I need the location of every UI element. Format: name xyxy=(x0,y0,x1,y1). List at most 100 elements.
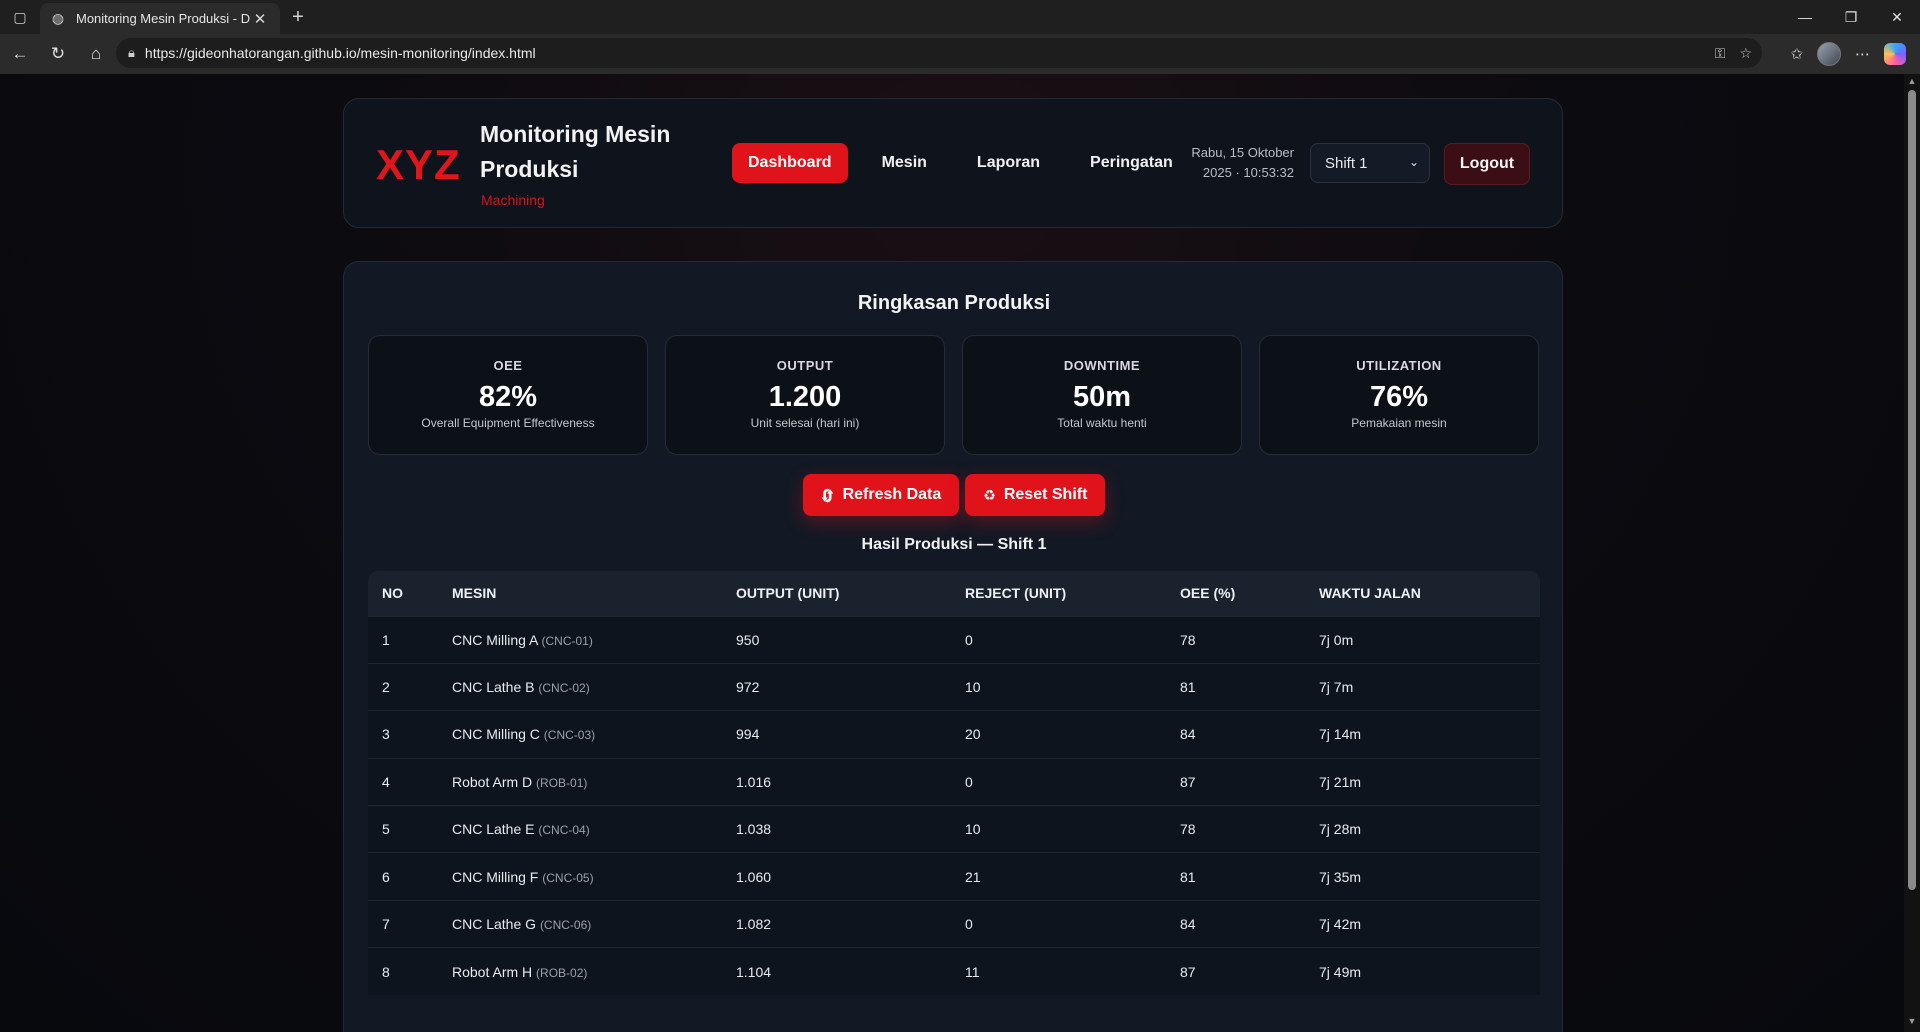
more-menu-icon[interactable]: ⋯ xyxy=(1855,45,1870,63)
cell-mesin: CNC Lathe B (CNC-02) xyxy=(438,662,722,711)
page-viewport: XYZ Monitoring Mesin Produksi Machining … xyxy=(0,74,1920,1032)
col-header-runtime: WAKTU JALAN xyxy=(1319,585,1421,602)
shift-select[interactable]: Shift 1 ⌄ xyxy=(1310,143,1430,183)
tab-actions-icon[interactable]: ▢ xyxy=(0,0,40,34)
cell-output: 1.060 xyxy=(722,852,951,901)
cell-runtime: 7j 7m xyxy=(1305,662,1540,711)
home-icon[interactable]: ⌂ xyxy=(78,36,114,72)
table-row: 7 CNC Lathe G (CNC-06) 1.082 0 84 7j 42m xyxy=(368,899,1540,948)
machine-name: CNC Milling F xyxy=(452,868,539,885)
machine-code: (CNC-04) xyxy=(538,823,590,838)
cell-reject: 21 xyxy=(951,852,1166,901)
cell-reject: 10 xyxy=(951,662,1166,711)
machine-name: CNC Lathe B xyxy=(452,679,535,696)
cell-output: 972 xyxy=(722,662,951,711)
cell-mesin: Robot Arm D (ROB-01) xyxy=(438,757,722,806)
cell-reject: 0 xyxy=(951,757,1166,806)
cell-output: 1.038 xyxy=(722,805,951,853)
url-field[interactable]: 🔒︎ https://gideonhatorangan.github.io/me… xyxy=(116,38,1762,68)
logout-button[interactable]: Logout xyxy=(1444,143,1530,185)
window-controls: — ❐ ✕ xyxy=(1782,0,1920,34)
cell-runtime: 7j 14m xyxy=(1305,710,1540,759)
cell-oee: 81 xyxy=(1166,852,1305,901)
nav-dashboard[interactable]: Dashboard xyxy=(732,143,848,183)
cell-oee: 78 xyxy=(1166,615,1305,664)
machine-code: (ROB-01) xyxy=(536,775,588,790)
main-nav: Dashboard Mesin Laporan Peringatan xyxy=(732,143,1207,183)
new-tab-button[interactable]: + xyxy=(280,0,316,34)
machine-name: CNC Lathe E xyxy=(452,821,535,838)
minimize-icon[interactable]: — xyxy=(1782,0,1828,34)
cell-oee: 87 xyxy=(1166,947,1305,996)
scroll-down-icon[interactable]: ▼ xyxy=(1904,1016,1920,1030)
nav-peringatan[interactable]: Peringatan xyxy=(1074,143,1189,183)
cell-mesin: CNC Milling C (CNC-03) xyxy=(438,710,722,759)
key-icon[interactable]: ⚿ xyxy=(1715,45,1726,62)
cell-mesin: CNC Milling F (CNC-05) xyxy=(438,852,722,901)
col-header-mesin: MESIN xyxy=(452,585,497,602)
kpi-value: 1.200 xyxy=(768,381,842,413)
restore-icon[interactable]: ❐ xyxy=(1828,0,1874,34)
time-line: 2025 · 10:53:32 xyxy=(1202,165,1294,180)
machine-code: (CNC-05) xyxy=(542,870,594,885)
app-header: XYZ Monitoring Mesin Produksi Machining … xyxy=(343,98,1563,228)
recycle-icon: ♻ xyxy=(983,486,996,503)
reset-shift-button[interactable]: ♻ Reset Shift xyxy=(965,474,1106,516)
back-icon[interactable]: ← xyxy=(2,36,38,72)
kpi-label: OUTPUT xyxy=(776,358,834,373)
col-header-reject: REJECT (UNIT) xyxy=(965,585,1067,602)
kpi-description: Pemakaian mesin xyxy=(1351,416,1447,430)
cell-no: 3 xyxy=(368,710,438,759)
refresh-data-button[interactable]: 🔄︎ Refresh Data xyxy=(802,474,960,516)
tab-title: Monitoring Mesin Produksi - Dash xyxy=(76,11,250,26)
favorites-icon[interactable]: ✩ xyxy=(1790,45,1803,63)
section-title: Ringkasan Produksi xyxy=(857,292,1051,314)
app-subtitle: Machining xyxy=(481,192,545,208)
table-row: 5 CNC Lathe E (CNC-04) 1.038 10 78 7j 28m xyxy=(368,805,1540,853)
cell-runtime: 7j 35m xyxy=(1305,852,1540,901)
cell-output: 1.082 xyxy=(722,899,951,948)
refresh-label: Refresh Data xyxy=(842,486,942,503)
cell-mesin: CNC Lathe G (CNC-06) xyxy=(438,899,722,948)
site-info-icon[interactable]: 🔒︎ xyxy=(128,45,135,61)
chevron-down-icon: ⌄ xyxy=(1408,155,1419,169)
cell-oee: 87 xyxy=(1166,757,1305,806)
table-caption: Hasil Produksi — Shift 1 xyxy=(861,536,1047,553)
nav-laporan[interactable]: Laporan xyxy=(961,143,1056,183)
kpi-label: DOWNTIME xyxy=(1063,358,1141,373)
table-row: 1 CNC Milling A (CNC-01) 950 0 78 7j 0m xyxy=(368,615,1540,664)
machine-code: (ROB-02) xyxy=(536,965,588,980)
date-line: Rabu, 15 Oktober xyxy=(1191,145,1294,160)
scroll-up-icon[interactable]: ▲ xyxy=(1904,76,1920,90)
cell-no: 6 xyxy=(368,852,438,901)
nav-mesin[interactable]: Mesin xyxy=(866,143,943,183)
cell-reject: 10 xyxy=(951,805,1166,853)
scrollbar-thumb[interactable] xyxy=(1908,90,1916,890)
machine-name: Robot Arm H xyxy=(452,963,533,980)
close-tab-icon[interactable]: ✕ xyxy=(250,10,270,28)
cell-oee: 78 xyxy=(1166,805,1305,853)
cell-output: 994 xyxy=(722,710,951,759)
table-row: 2 CNC Lathe B (CNC-02) 972 10 81 7j 7m xyxy=(368,662,1540,711)
reload-icon[interactable]: ↻ xyxy=(40,36,76,72)
machine-code: (CNC-06) xyxy=(539,918,592,933)
page-scrollbar[interactable]: ▲ ▼ xyxy=(1904,74,1920,1032)
cell-runtime: 7j 21m xyxy=(1305,757,1540,806)
table-row: 6 CNC Milling F (CNC-05) 1.060 21 81 7j 35m xyxy=(368,852,1540,901)
browser-tab[interactable]: ◍ Monitoring Mesin Produksi - Dash ✕ xyxy=(40,3,280,34)
machine-code: (CNC-02) xyxy=(538,681,590,696)
app-title: Monitoring Mesin Produksi xyxy=(480,121,671,182)
cell-output: 1.016 xyxy=(722,757,951,806)
cell-runtime: 7j 42m xyxy=(1305,899,1540,948)
cell-oee: 84 xyxy=(1166,710,1305,759)
profile-avatar[interactable] xyxy=(1817,42,1841,66)
copilot-icon[interactable] xyxy=(1884,43,1906,65)
close-window-icon[interactable]: ✕ xyxy=(1874,0,1920,34)
shift-select-value: Shift 1 xyxy=(1325,154,1368,172)
cell-output: 950 xyxy=(722,615,951,664)
table-row: 4 Robot Arm D (ROB-01) 1.016 0 87 7j 21m xyxy=(368,757,1540,806)
cell-reject: 11 xyxy=(951,947,1166,996)
favorite-star-icon[interactable]: ☆ xyxy=(1739,45,1752,62)
machine-name: CNC Milling C xyxy=(452,726,540,743)
url-text: https://gideonhatorangan.github.io/mesin… xyxy=(144,45,536,61)
